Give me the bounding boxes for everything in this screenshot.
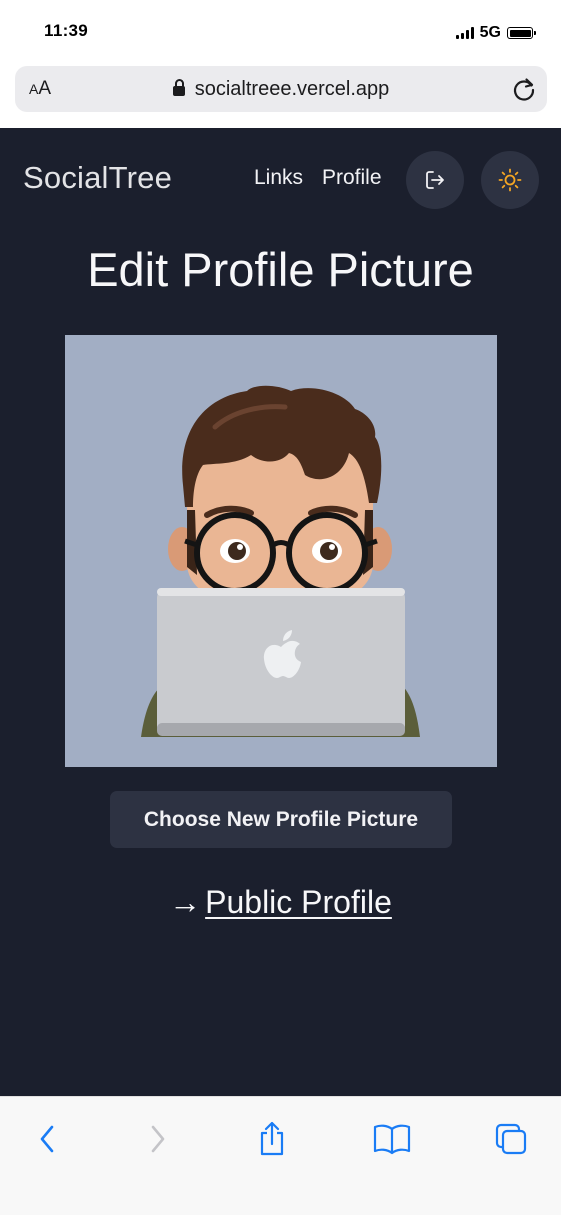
nav-link-links[interactable]: Links xyxy=(254,166,303,190)
bookmarks-button[interactable] xyxy=(370,1119,414,1159)
url-text: socialtreee.vercel.app xyxy=(194,78,390,100)
address-bar[interactable]: AA socialtreee.vercel.app xyxy=(15,66,547,112)
public-profile-link[interactable]: → Public Profile xyxy=(0,884,561,921)
cellular-signal-icon xyxy=(455,27,474,39)
battery-icon xyxy=(507,27,536,39)
browser-address-area: AA socialtreee.vercel.app xyxy=(0,62,561,128)
status-time: 11:39 xyxy=(44,21,89,40)
chevron-left-icon xyxy=(40,1125,54,1153)
profile-picture xyxy=(65,335,497,767)
network-type: 5G xyxy=(479,24,501,41)
share-button[interactable] xyxy=(250,1119,294,1159)
text-size-button[interactable]: AA xyxy=(29,78,51,100)
choose-profile-picture-button[interactable]: Choose New Profile Picture xyxy=(110,791,452,848)
status-indicators: 5G xyxy=(455,24,536,42)
chevron-right-icon xyxy=(151,1125,165,1153)
public-profile-label[interactable]: Public Profile xyxy=(205,884,392,920)
book-icon xyxy=(373,1124,411,1155)
status-bar: 11:39 5G xyxy=(0,0,561,62)
lock-icon xyxy=(172,79,185,96)
tabs-icon xyxy=(495,1123,527,1155)
sun-icon xyxy=(498,168,522,192)
arrow-right-icon: → xyxy=(169,884,202,920)
url-display: socialtreee.vercel.app xyxy=(15,78,547,101)
memoji-avatar-image xyxy=(141,385,420,737)
logout-icon xyxy=(426,171,444,189)
share-icon xyxy=(260,1121,284,1156)
logout-button[interactable] xyxy=(406,151,464,209)
forward-button[interactable] xyxy=(135,1119,179,1159)
tabs-button[interactable] xyxy=(489,1119,533,1159)
theme-toggle-button[interactable] xyxy=(481,151,539,209)
page-title: Edit Profile Picture xyxy=(87,243,474,296)
browser-toolbar xyxy=(0,1096,561,1215)
web-page: SocialTree Links Profile Edit Profile Pi… xyxy=(0,128,561,1096)
brand-logo[interactable]: SocialTree xyxy=(23,160,172,196)
nav-link-profile[interactable]: Profile xyxy=(322,166,382,190)
reload-icon[interactable] xyxy=(511,76,537,102)
back-button[interactable] xyxy=(26,1119,70,1159)
